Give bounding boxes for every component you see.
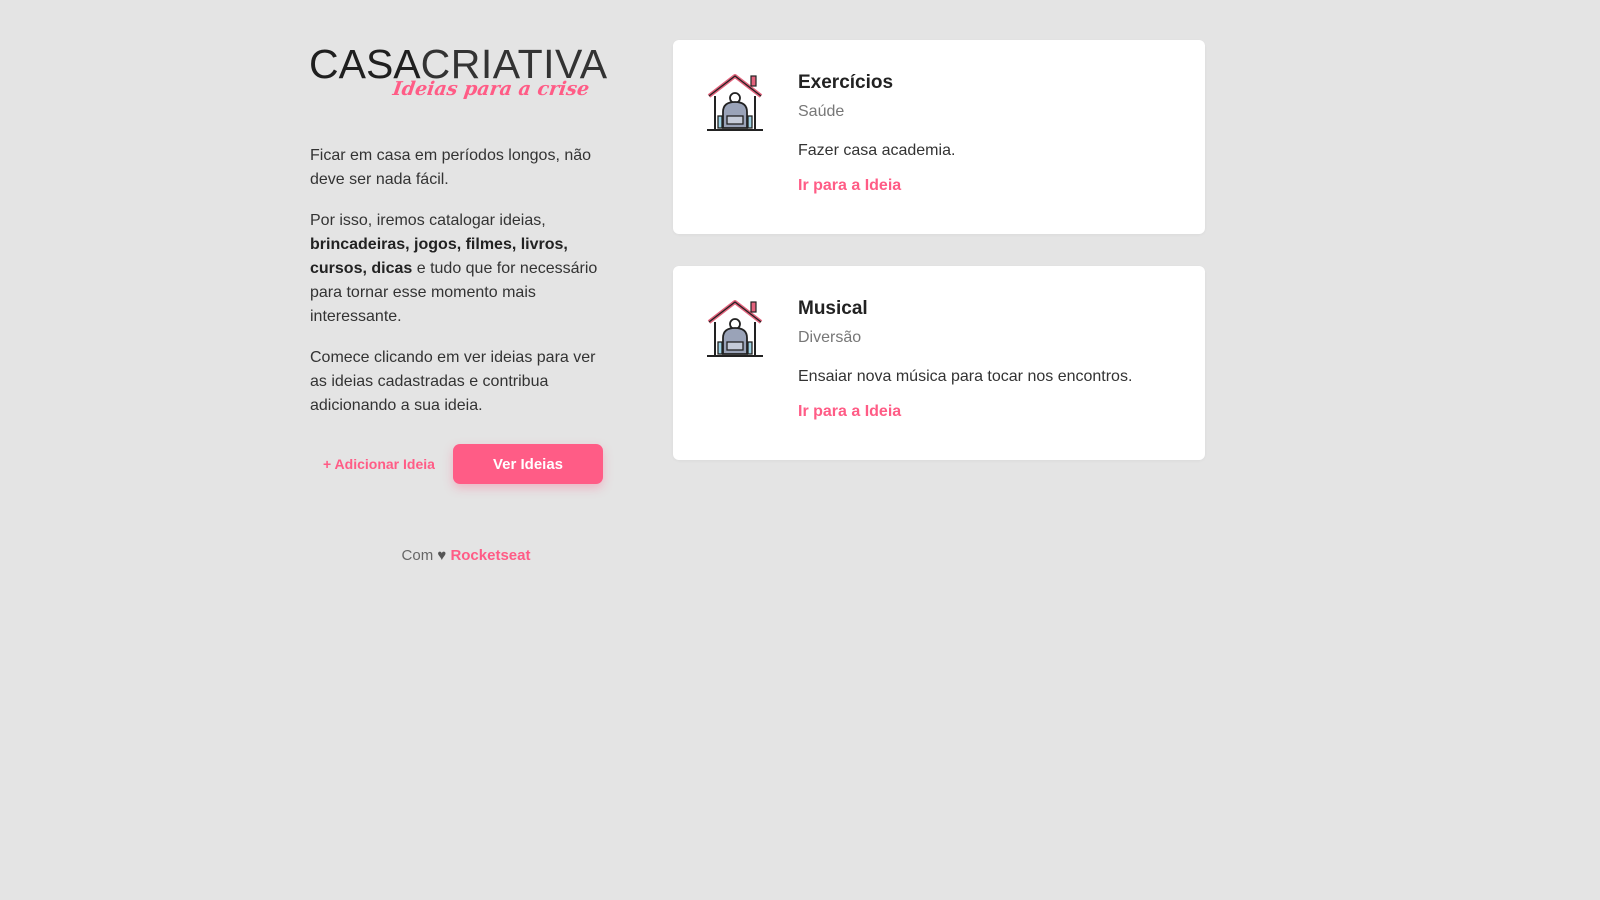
- idea-description: Ensaiar nova música para tocar nos encon…: [798, 368, 1133, 385]
- ideas-list: Exercícios Saúde Fazer casa academia. Ir…: [673, 40, 1205, 492]
- footer: Com ♥ Rocketseat: [310, 547, 610, 564]
- idea-title: Musical: [798, 298, 868, 319]
- idea-title: Exercícios: [798, 72, 894, 93]
- add-idea-link[interactable]: + Adicionar Ideia: [323, 456, 435, 472]
- actions: + Adicionar Ideia Ver Ideias: [310, 444, 610, 484]
- intro-paragraph-1: Ficar em casa em períodos longos, não de…: [310, 147, 592, 188]
- idea-link[interactable]: Ir para a Ideia: [798, 177, 901, 195]
- footer-prefix: Com: [401, 547, 434, 564]
- rocketseat-link[interactable]: Rocketseat: [450, 547, 530, 564]
- idea-card: Exercícios Saúde Fazer casa academia. Ir…: [673, 40, 1205, 234]
- intro-text: Ficar em casa em períodos longos, não de…: [310, 144, 610, 418]
- home-gym-icon: [705, 298, 765, 358]
- view-ideas-button[interactable]: Ver Ideias: [453, 444, 603, 484]
- intro-paragraph-2: Por isso, iremos catalogar ideias, brinc…: [310, 209, 610, 329]
- idea-category: Diversão: [798, 329, 862, 346]
- idea-card-body: Exercícios Saúde Fazer casa academia. Ir…: [798, 72, 1185, 195]
- idea-category: Saúde: [798, 103, 845, 120]
- idea-description: Fazer casa academia.: [798, 142, 956, 159]
- idea-link[interactable]: Ir para a Ideia: [798, 403, 901, 421]
- home-gym-icon: [705, 72, 765, 132]
- sidebar: CASACRIATIVA Ideias para a crise Ficar e…: [309, 40, 610, 565]
- idea-card-body: Musical Diversão Ensaiar nova música par…: [798, 298, 1185, 421]
- logo-tagline: Ideias para a crise: [391, 78, 591, 100]
- logo: CASACRIATIVA Ideias para a crise: [309, 40, 610, 110]
- idea-card: Musical Diversão Ensaiar nova música par…: [673, 266, 1205, 460]
- intro-paragraph-3: Comece clicando em ver ideias para ver a…: [310, 349, 596, 414]
- heart-icon: ♥: [437, 547, 447, 564]
- intro-p2-start: Por isso, iremos catalogar ideias,: [310, 212, 546, 229]
